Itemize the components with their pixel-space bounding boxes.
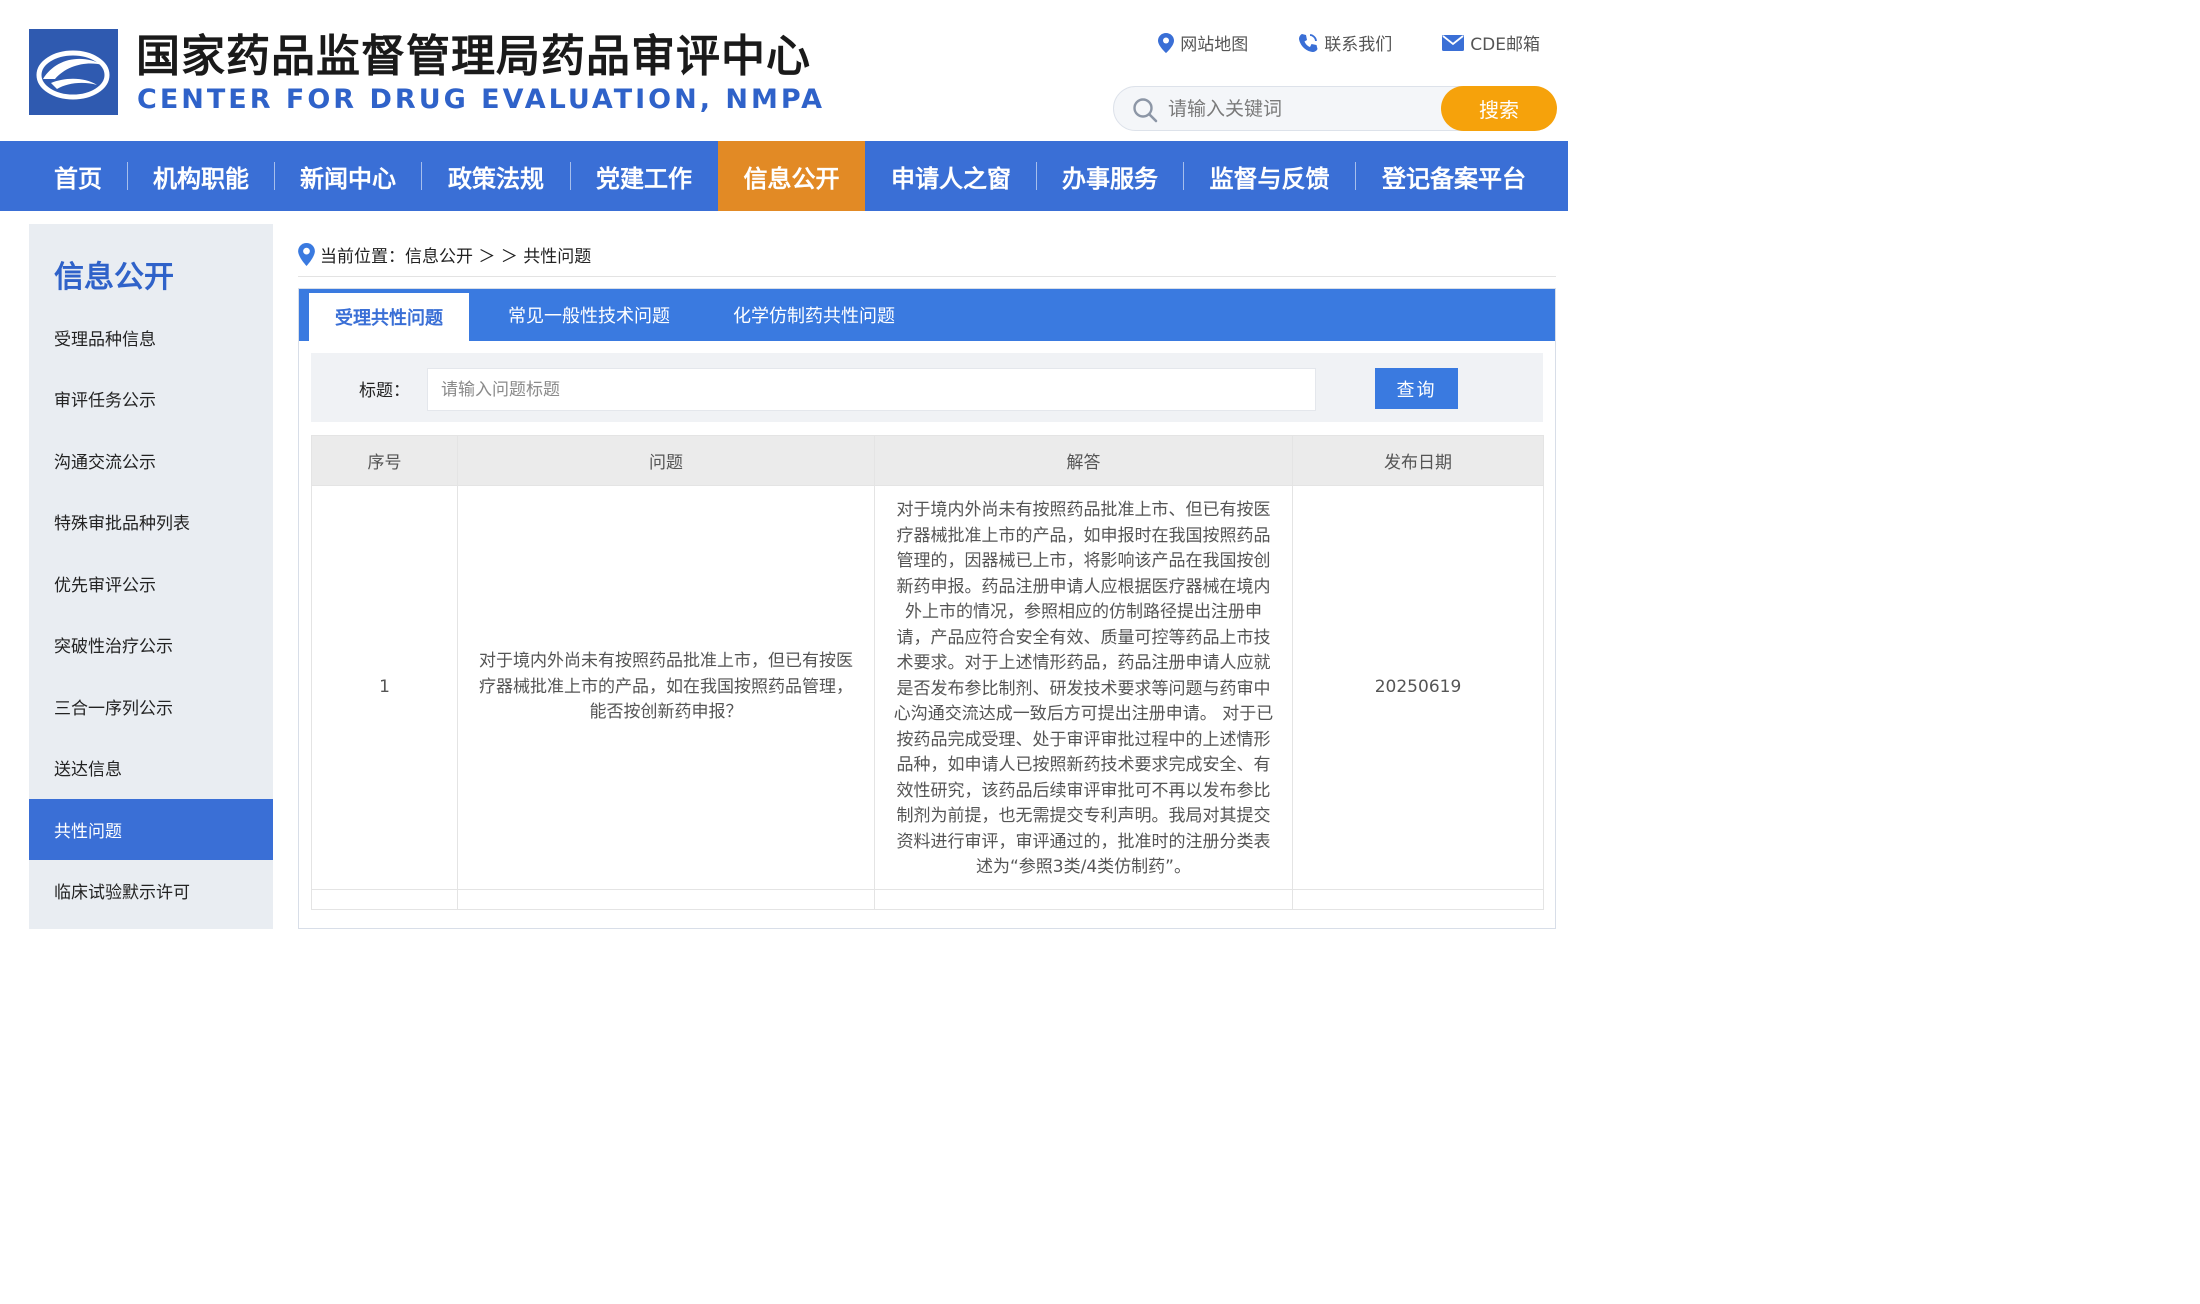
- nav-home[interactable]: 首页: [29, 141, 127, 211]
- breadcrumb-text: 当前位置：信息公开 ＞ ＞ 共性问题: [320, 247, 592, 267]
- sitemap-label: 网站地图: [1180, 35, 1249, 55]
- sidebar-item-communication[interactable]: 沟通交流公示: [29, 430, 273, 491]
- sidebar-item-three-in-one[interactable]: 三合一序列公示: [29, 676, 273, 737]
- sidebar: 信息公开 受理品种信息 审评任务公示 沟通交流公示 特殊审批品种列表 优先审评公…: [29, 224, 273, 929]
- row-index: 1: [311, 485, 458, 890]
- mail-icon: [1442, 34, 1465, 51]
- site-title-cn: 国家药品监督管理局药品审评中心: [136, 31, 811, 82]
- nav-party[interactable]: 党建工作: [571, 141, 717, 211]
- row-index: [311, 888, 458, 910]
- row-date: 20250619: [1292, 485, 1544, 890]
- sitemap-link[interactable]: 网站地图: [1158, 30, 1248, 55]
- breadcrumb: 当前位置：信息公开 ＞ ＞ 共性问题: [298, 242, 591, 267]
- sidebar-item-special-approval[interactable]: 特殊审批品种列表: [29, 491, 273, 552]
- nav-info-disclosure[interactable]: 信息公开: [718, 141, 865, 211]
- phone-icon: [1299, 33, 1318, 52]
- column-header-answer: 解答: [874, 435, 1293, 486]
- query-button[interactable]: 查询: [1375, 368, 1458, 409]
- tab-chemical-generic[interactable]: 化学仿制药共性问题: [719, 289, 909, 341]
- title-filter-input[interactable]: [427, 368, 1316, 411]
- row-question[interactable]: 对于境内外尚未有按照药品批准上市，但已有按医疗器械批准上市的产品，如在我国按照药…: [457, 485, 875, 890]
- row-date: [1292, 888, 1544, 910]
- mail-label: CDE邮箱: [1470, 35, 1540, 55]
- sidebar-item-delivery[interactable]: 送达信息: [29, 737, 273, 798]
- search-button[interactable]: 搜索: [1441, 86, 1557, 131]
- search-icon: [1133, 98, 1158, 123]
- table-row: [311, 888, 1544, 910]
- sidebar-item-priority-review[interactable]: 优先审评公示: [29, 553, 273, 614]
- nav-policy[interactable]: 政策法规: [422, 141, 570, 211]
- main-nav: 首页 机构职能 新闻中心 政策法规 党建工作 信息公开 申请人之窗 办事服务 监…: [0, 141, 1568, 211]
- nav-applicant[interactable]: 申请人之窗: [866, 141, 1036, 211]
- sidebar-item-breakthrough[interactable]: 突破性治疗公示: [29, 614, 273, 675]
- sidebar-item-common-questions[interactable]: 共性问题: [29, 799, 273, 860]
- cde-logo[interactable]: [29, 29, 118, 115]
- questions-table: 序号 问题 解答 发布日期 1 对于境内外尚未有按照药品批准上市，但已有按医疗器…: [311, 435, 1544, 910]
- contact-label: 联系我们: [1324, 35, 1393, 55]
- sidebar-title: 信息公开: [54, 260, 174, 295]
- sidebar-item-clinical-trial[interactable]: 临床试验默示许可: [29, 860, 273, 921]
- nav-news[interactable]: 新闻中心: [275, 141, 421, 211]
- row-question: [457, 888, 875, 910]
- sidebar-item-review-tasks[interactable]: 审评任务公示: [29, 368, 273, 429]
- nav-services[interactable]: 办事服务: [1037, 141, 1183, 211]
- filter-bar: 标题： 查询: [311, 353, 1543, 422]
- site-header: 国家药品监督管理局药品审评中心 CENTER FOR DRUG EVALUATI…: [0, 0, 1568, 141]
- site-title-en: CENTER FOR DRUG EVALUATION, NMPA: [137, 84, 826, 115]
- row-answer: 对于境内外尚未有按照药品批准上市、但已有按医疗器械批准上市的产品，如申报时在我国…: [874, 485, 1293, 890]
- top-links: 网站地图 联系我们 CDE邮箱: [1108, 30, 1540, 55]
- location-pin-icon: [1158, 32, 1175, 53]
- site-search: 搜索: [1113, 86, 1557, 131]
- contact-link[interactable]: 联系我们: [1298, 30, 1392, 55]
- tab-acceptance-questions[interactable]: 受理共性问题: [309, 293, 469, 341]
- table-header-row: 序号 问题 解答 发布日期: [311, 435, 1544, 486]
- breadcrumb-divider: [298, 276, 1556, 277]
- column-header-date: 发布日期: [1292, 435, 1544, 486]
- title-filter-label: 标题：: [359, 381, 410, 401]
- nav-organization[interactable]: 机构职能: [128, 141, 274, 211]
- row-answer: [874, 888, 1293, 910]
- tab-bar: 受理共性问题 常见一般性技术问题 化学仿制药共性问题: [299, 289, 1555, 341]
- content-panel: 受理共性问题 常见一般性技术问题 化学仿制药共性问题 标题： 查询 序号 问题 …: [298, 288, 1556, 929]
- column-header-question: 问题: [457, 435, 875, 486]
- nav-feedback[interactable]: 监督与反馈: [1184, 141, 1355, 211]
- location-pin-icon: [298, 243, 315, 266]
- search-input[interactable]: [1168, 95, 1438, 123]
- table-row: 1 对于境内外尚未有按照药品批准上市，但已有按医疗器械批准上市的产品，如在我国按…: [311, 485, 1544, 890]
- tab-general-technical[interactable]: 常见一般性技术问题: [489, 289, 689, 341]
- column-header-index: 序号: [311, 435, 458, 486]
- nav-registration[interactable]: 登记备案平台: [1356, 141, 1552, 211]
- sidebar-item-accepted-varieties[interactable]: 受理品种信息: [29, 307, 273, 368]
- mail-link[interactable]: CDE邮箱: [1442, 30, 1540, 55]
